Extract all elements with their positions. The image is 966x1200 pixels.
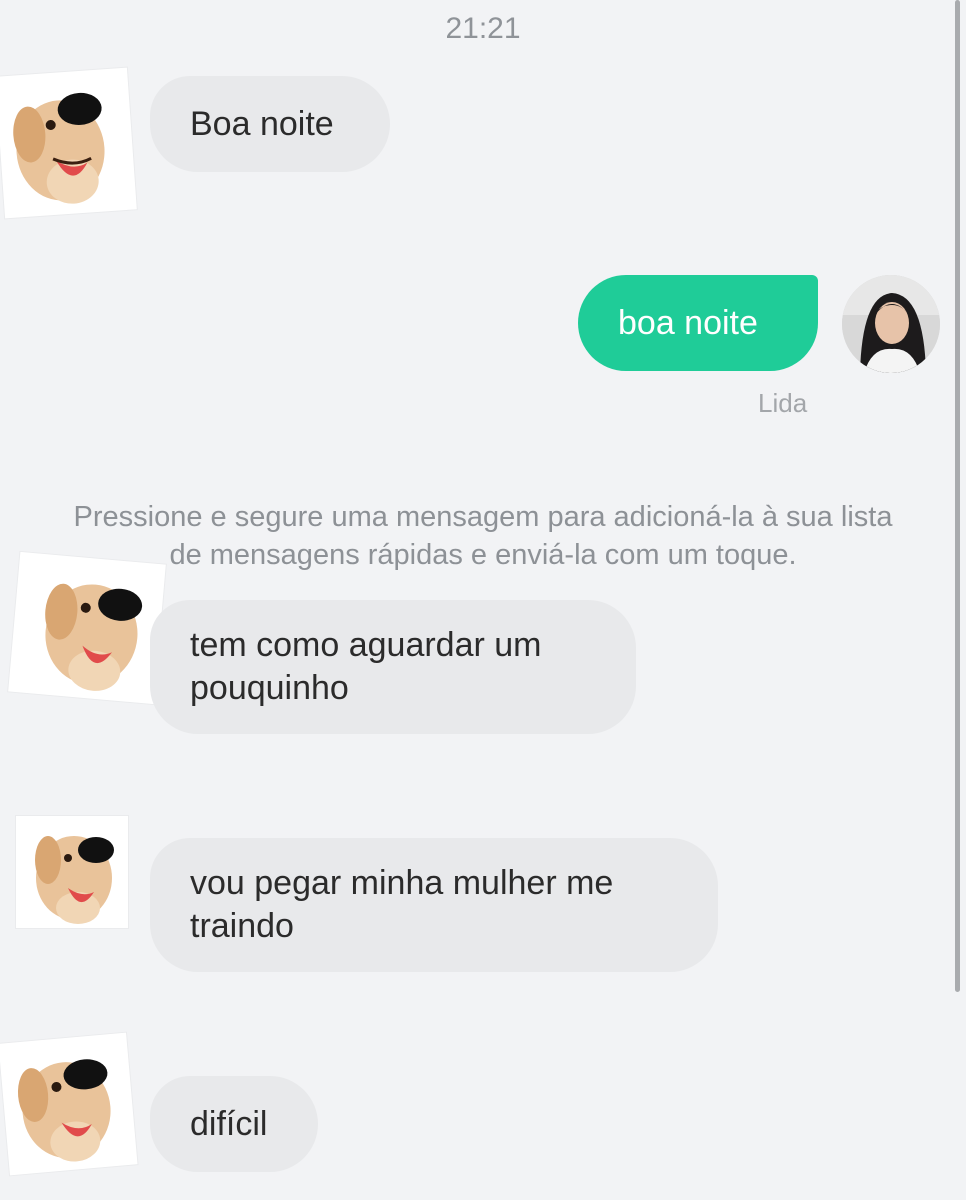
puppy-sticker-icon <box>17 1059 111 1162</box>
contact-avatar[interactable] <box>8 551 166 705</box>
message-timestamp: 21:21 <box>445 12 521 45</box>
incoming-message-bubble[interactable]: tem como aguardar um pouquinho <box>150 600 636 734</box>
user-photo-icon <box>842 275 940 373</box>
puppy-sticker-icon <box>35 836 114 924</box>
incoming-message-bubble[interactable]: Boa noite <box>150 76 390 172</box>
incoming-message-bubble[interactable]: difícil <box>150 1076 318 1172</box>
read-receipt: Lida <box>758 388 808 418</box>
incoming-message-bubble[interactable]: vou pegar minha mulher me traindo <box>150 838 718 972</box>
contact-avatar[interactable] <box>16 816 128 928</box>
puppy-sticker-icon <box>13 92 105 204</box>
chat-view: 21:21 Boa noite boa noite Lida Pressione… <box>0 0 966 1200</box>
scrollbar[interactable] <box>955 0 960 992</box>
hint-text: Pressione e segure uma mensagem para adi… <box>73 501 893 571</box>
message-text: tem como aguardar um pouquinho <box>190 626 542 707</box>
contact-avatar[interactable] <box>0 67 137 219</box>
outgoing-message-bubble[interactable]: boa noite <box>578 275 818 371</box>
message-text: difícil <box>190 1104 268 1143</box>
user-avatar[interactable] <box>842 275 940 373</box>
message-text: vou pegar minha mulher me traindo <box>190 864 614 945</box>
contact-avatar[interactable] <box>0 1032 138 1176</box>
puppy-sticker-icon <box>45 583 143 691</box>
message-text: Boa noite <box>190 104 334 143</box>
message-text: boa noite <box>618 303 758 342</box>
